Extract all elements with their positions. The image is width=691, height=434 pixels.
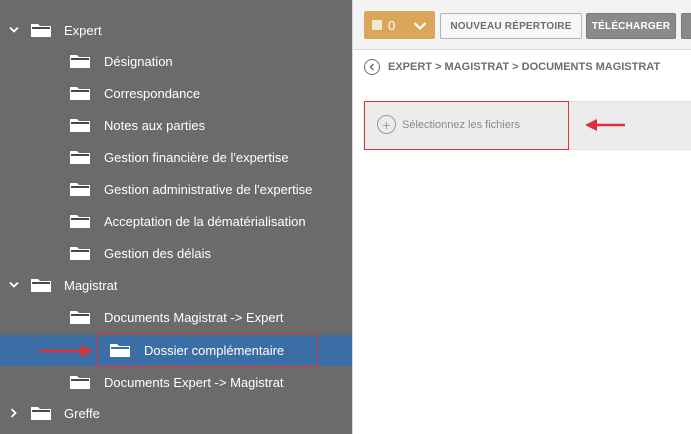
tree-node-label: Désignation xyxy=(104,54,173,69)
tree-node-label: Documents Magistrat -> Expert xyxy=(104,310,284,325)
tree-node-label: Magistrat xyxy=(64,278,118,293)
tree-node-label: Acceptation de la dématérialisation xyxy=(104,214,306,229)
tree-node-expert[interactable]: Expert xyxy=(0,15,352,46)
tree-node-designation[interactable]: Désignation xyxy=(0,46,352,77)
select-files-label: Sélectionnez les fichiers xyxy=(402,118,521,131)
chevron-down-icon[interactable] xyxy=(8,279,20,291)
folder-icon xyxy=(70,182,90,196)
main-panel: 0 NOUVEAU RÉPERTOIRE TÉLÉCHARGER EXPERT … xyxy=(352,0,691,434)
tree-node-documents-magistrat-expert[interactable]: Documents Magistrat -> Expert xyxy=(0,302,352,333)
folder-icon xyxy=(70,150,90,164)
folder-icon xyxy=(70,54,90,68)
tree-node-gestion-financiere[interactable]: Gestion financière de l'expertise xyxy=(0,142,352,173)
download-label: TÉLÉCHARGER xyxy=(591,20,671,32)
folder-icon xyxy=(70,86,90,100)
folder-icon xyxy=(70,214,90,228)
tree-node-documents-expert-magistrat[interactable]: Documents Expert -> Magistrat xyxy=(0,367,352,398)
folder-icon xyxy=(70,246,90,260)
tree-node-greffe[interactable]: Greffe xyxy=(0,398,352,429)
tree-node-label: Notes aux parties xyxy=(104,118,206,133)
checkbox-icon xyxy=(372,20,382,30)
tree-node-label: Expert xyxy=(64,23,102,38)
tree-node-correspondance[interactable]: Correspondance xyxy=(0,78,352,109)
tree-node-label: Gestion administrative de l'expertise xyxy=(104,182,313,197)
selection-count-button[interactable]: 0 xyxy=(364,11,435,39)
annotation-arrow xyxy=(39,345,93,357)
folder-icon xyxy=(31,23,51,37)
chevron-down-icon xyxy=(413,19,427,34)
folder-icon xyxy=(70,375,90,389)
chevron-down-icon[interactable] xyxy=(8,24,20,36)
annotation-arrow xyxy=(585,119,625,131)
plus-circle-icon: + xyxy=(377,115,396,134)
select-files-button[interactable]: + Sélectionnez les fichiers xyxy=(377,115,520,134)
chevron-right-icon[interactable] xyxy=(8,407,20,419)
tree-node-gestion-administrative[interactable]: Gestion administrative de l'expertise xyxy=(0,174,352,205)
tree-node-label: Gestion financière de l'expertise xyxy=(104,150,289,165)
breadcrumb-path: EXPERT > MAGISTRAT > DOCUMENTS MAGISTRAT xyxy=(388,61,661,73)
tree-node-gestion-delais[interactable]: Gestion des délais xyxy=(0,238,352,269)
breadcrumb: EXPERT > MAGISTRAT > DOCUMENTS MAGISTRAT xyxy=(364,57,660,77)
folder-icon xyxy=(70,310,90,324)
new-folder-button[interactable]: NOUVEAU RÉPERTOIRE xyxy=(440,13,582,39)
folder-tree-sidebar: Expert Désignation Correspondance Notes … xyxy=(0,0,352,434)
more-button[interactable] xyxy=(681,13,691,39)
toolbar: 0 NOUVEAU RÉPERTOIRE TÉLÉCHARGER xyxy=(353,0,691,50)
annotation-highlight-box xyxy=(97,333,318,367)
folder-icon xyxy=(31,278,51,292)
download-button[interactable]: TÉLÉCHARGER xyxy=(586,13,676,39)
tree-node-label: Correspondance xyxy=(104,86,201,101)
folder-icon xyxy=(70,118,90,132)
tree-node-acceptation-dematerialisation[interactable]: Acceptation de la dématérialisation xyxy=(0,206,352,237)
selection-count: 0 xyxy=(388,17,396,33)
tree-node-notes-aux-parties[interactable]: Notes aux parties xyxy=(0,110,352,141)
tree-node-label: Greffe xyxy=(64,406,100,421)
tree-node-magistrat[interactable]: Magistrat xyxy=(0,270,352,301)
tree-node-label: Gestion des délais xyxy=(104,246,211,261)
folder-icon xyxy=(31,406,51,420)
back-icon[interactable] xyxy=(364,59,380,75)
tree-node-label: Documents Expert -> Magistrat xyxy=(104,375,284,390)
new-folder-label: NOUVEAU RÉPERTOIRE xyxy=(450,20,572,32)
